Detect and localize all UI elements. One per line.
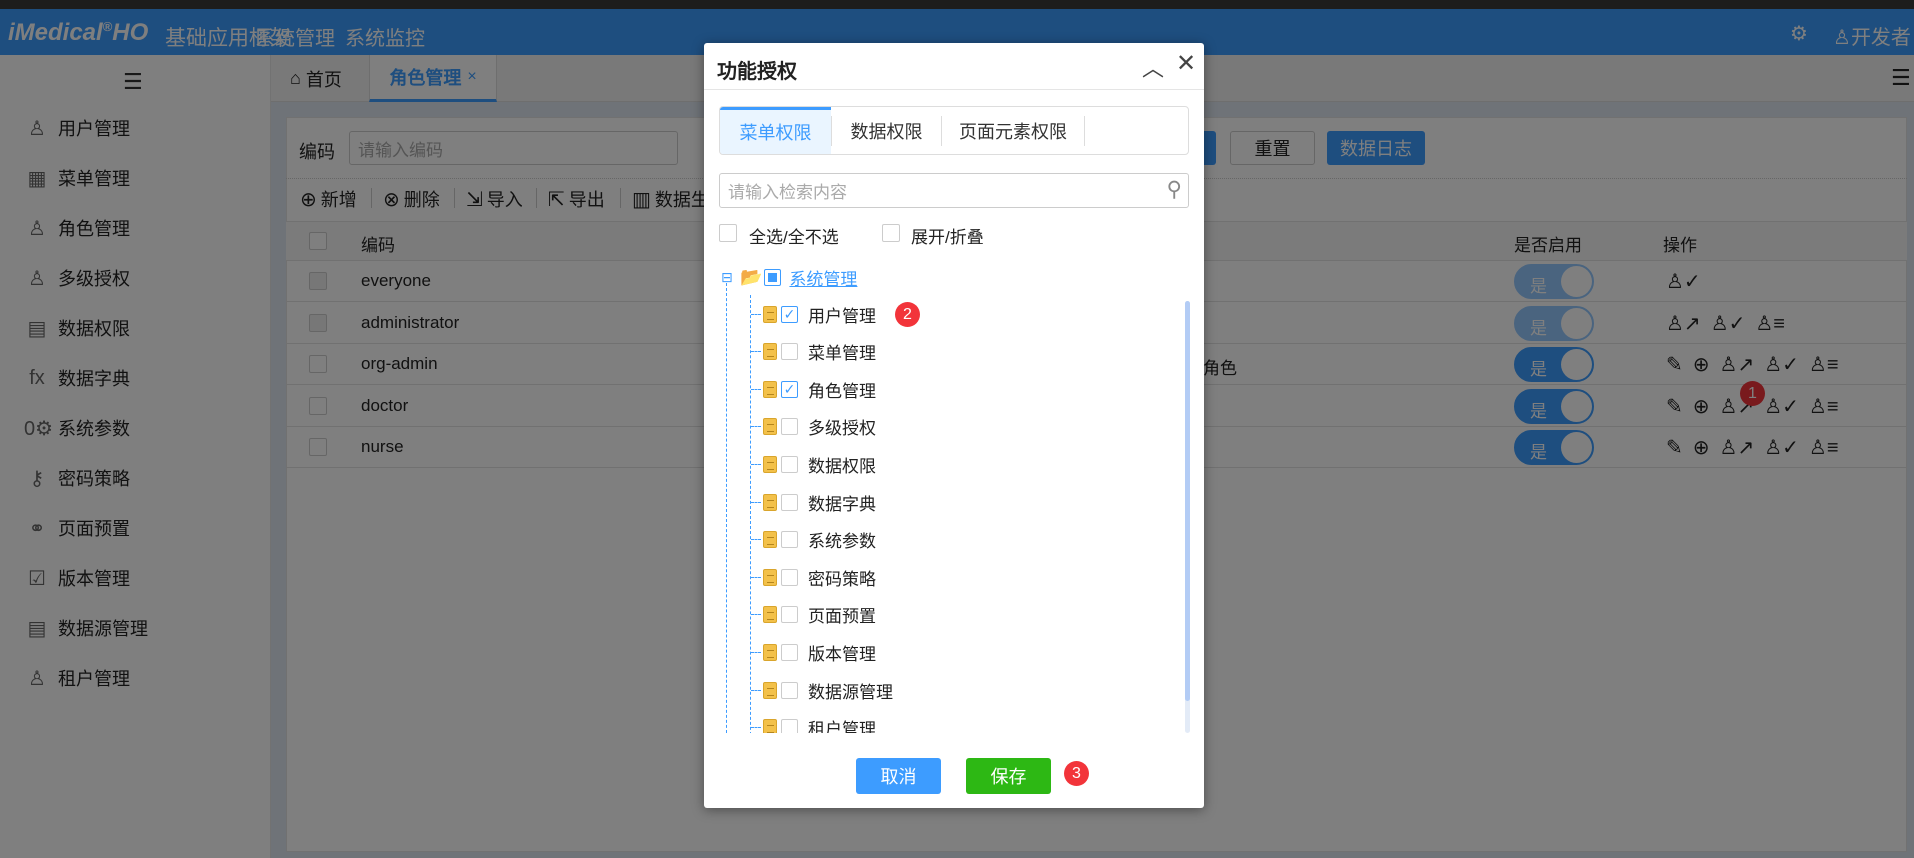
tree-line <box>726 283 727 733</box>
folder-open-icon: 📂 <box>740 266 763 287</box>
expand-collapse-label: 展开/折叠 <box>911 228 984 247</box>
unchecked-checkbox[interactable] <box>781 681 798 699</box>
tree-node[interactable]: 租户管理 <box>751 713 876 733</box>
tree-node-label: 系统参数 <box>808 532 876 552</box>
permission-tabs: 菜单权限 数据权限 页面元素权限 <box>719 106 1189 155</box>
document-icon <box>763 719 777 733</box>
document-icon <box>763 493 777 511</box>
scrollbar-thumb[interactable] <box>1185 301 1190 701</box>
unchecked-checkbox[interactable] <box>781 643 798 661</box>
tree-connector <box>751 313 761 315</box>
cancel-button[interactable]: 取消 <box>856 758 941 794</box>
unchecked-checkbox[interactable] <box>781 719 798 733</box>
tree-connector <box>751 388 761 390</box>
tree-connector <box>751 651 761 653</box>
tree-node[interactable]: 多级授权 <box>751 412 876 442</box>
tree-node[interactable]: 密码策略 <box>751 562 876 592</box>
search-icon[interactable]: ⚲ <box>1167 177 1182 202</box>
checked-checkbox[interactable]: ✓ <box>781 305 798 323</box>
tree-node-label: 数据源管理 <box>808 682 893 702</box>
document-icon <box>763 305 777 323</box>
select-all-label: 全选/全不选 <box>749 228 839 247</box>
tree-node[interactable]: 数据权限 <box>751 449 876 479</box>
root-checkbox-partial[interactable] <box>764 268 782 286</box>
tree-node-label: 角色管理 <box>808 381 876 401</box>
dialog-title: 功能授权 <box>717 61 797 83</box>
expand-collapse-checkbox[interactable] <box>882 224 900 242</box>
tree-node-label: 数据字典 <box>808 494 876 514</box>
tree-connector <box>751 463 761 465</box>
close-icon[interactable]: ✕ <box>1176 49 1196 78</box>
tree-node[interactable]: ✓ 用户管理 <box>751 299 876 329</box>
step-badge-2: 2 <box>895 302 920 327</box>
unchecked-checkbox[interactable] <box>781 493 798 511</box>
checked-checkbox[interactable]: ✓ <box>781 380 798 398</box>
document-icon <box>763 606 777 624</box>
save-button[interactable]: 保存 <box>966 758 1051 794</box>
tree-node[interactable]: ✓ 角色管理 <box>751 374 876 404</box>
tree-node[interactable]: 页面预置 <box>751 600 876 630</box>
tree-node[interactable]: 版本管理 <box>751 637 876 667</box>
menu-tree: ⊟ 📂 系统管理 ✓ 用户管理菜单管理 ✓ 角色管理多级授权数据权限数据字典系统参数密… <box>719 261 1191 733</box>
select-all-checkbox[interactable] <box>719 224 737 242</box>
tree-connector <box>751 576 761 578</box>
tree-connector <box>751 539 761 541</box>
tree-node[interactable]: 数据源管理 <box>751 675 893 705</box>
unchecked-checkbox[interactable] <box>781 455 798 473</box>
document-icon <box>763 531 777 549</box>
tree-node-label: 多级授权 <box>808 419 876 439</box>
tab-page-element-permission[interactable]: 页面元素权限 <box>941 116 1085 146</box>
tree-connector <box>751 426 761 428</box>
tree-connector <box>751 727 761 729</box>
scrollbar-track[interactable] <box>1185 301 1190 733</box>
unchecked-checkbox[interactable] <box>781 418 798 436</box>
tree-node-label: 密码策略 <box>808 569 876 589</box>
tree-connector <box>751 501 761 503</box>
document-icon <box>763 380 777 398</box>
tree-node-label: 租户管理 <box>808 720 876 733</box>
tree-node-label: 数据权限 <box>808 456 876 476</box>
tree-node-label: 页面预置 <box>808 607 876 627</box>
collapse-node-icon[interactable]: ⊟ <box>721 269 735 286</box>
tree-node-label: 版本管理 <box>808 644 876 664</box>
tree-node-label: 菜单管理 <box>808 344 876 364</box>
tree-node-label[interactable]: 系统管理 <box>789 265 857 290</box>
unchecked-checkbox[interactable] <box>781 568 798 586</box>
document-icon <box>763 643 777 661</box>
tree-connector <box>751 351 761 353</box>
document-icon <box>763 568 777 586</box>
search-placeholder: 请输入检索内容 <box>728 183 847 202</box>
tab-menu-permission[interactable]: 菜单权限 <box>720 107 831 154</box>
document-icon <box>763 343 777 361</box>
function-auth-dialog: 功能授权 ︿ ✕ 菜单权限 数据权限 页面元素权限 请输入检索内容 ⚲ 全选/全不… <box>704 43 1204 808</box>
unchecked-checkbox[interactable] <box>781 531 798 549</box>
tree-connector <box>751 614 761 616</box>
tree-node[interactable]: 系统参数 <box>751 525 876 555</box>
document-icon <box>763 681 777 699</box>
tree-node[interactable]: 菜单管理 <box>751 337 876 367</box>
document-icon <box>763 455 777 473</box>
tree-node-root[interactable]: ⊟ 📂 系统管理 <box>721 262 857 292</box>
tab-data-permission[interactable]: 数据权限 <box>831 116 941 146</box>
unchecked-checkbox[interactable] <box>781 606 798 624</box>
collapse-icon[interactable]: ︿ <box>1142 51 1164 83</box>
divider <box>704 89 1204 90</box>
tree-search-input[interactable]: 请输入检索内容 ⚲ <box>719 173 1189 208</box>
document-icon <box>763 418 777 436</box>
step-badge-3: 3 <box>1064 761 1089 786</box>
tree-node-label: 用户管理 <box>808 306 876 326</box>
tree-connector <box>751 689 761 691</box>
unchecked-checkbox[interactable] <box>781 343 798 361</box>
tree-node[interactable]: 数据字典 <box>751 487 876 517</box>
